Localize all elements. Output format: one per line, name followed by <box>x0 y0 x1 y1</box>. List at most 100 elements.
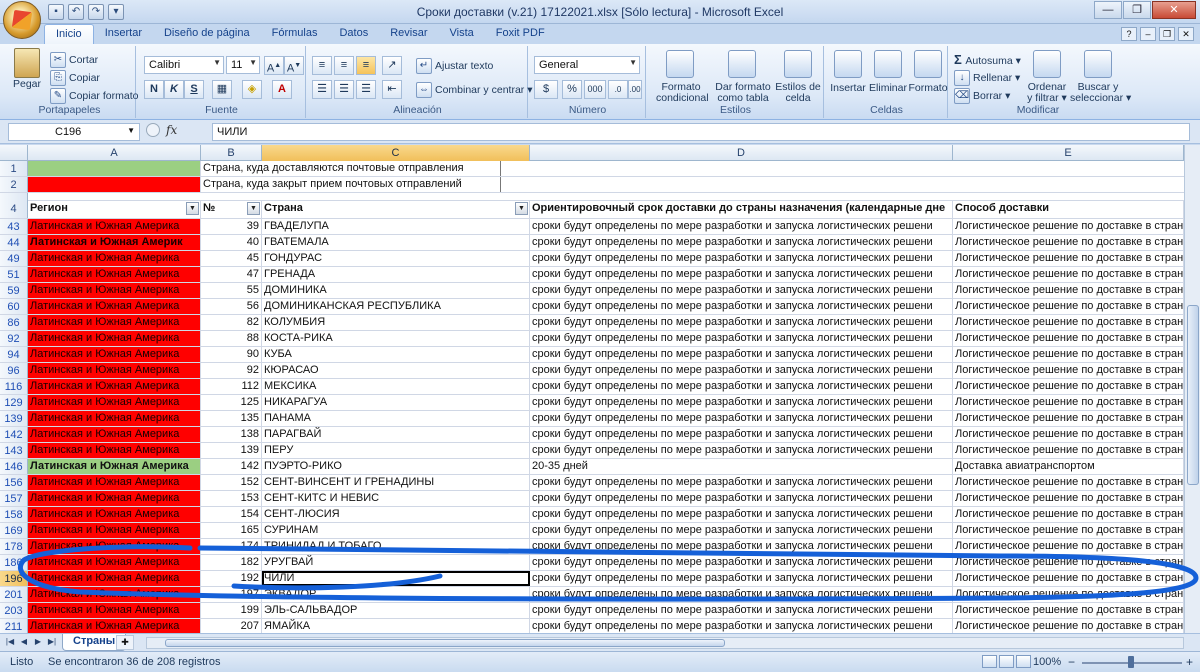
close-button[interactable]: ✕ <box>1152 1 1196 19</box>
legend-color-open[interactable] <box>28 161 201 176</box>
tab-foxit-pdf[interactable]: Foxit PDF <box>485 24 556 44</box>
cell-region[interactable]: Латинская и Южная Америка <box>28 363 201 378</box>
cell-delivery-method[interactable]: Логистическое решение по доставке в стра… <box>953 443 1184 458</box>
row-header[interactable]: 60 <box>0 299 28 314</box>
header-delivery-time[interactable]: Ориентировочный срок доставки до страны … <box>530 201 953 218</box>
workbook-minimize-button[interactable]: – <box>1140 27 1156 41</box>
tab-insertar[interactable]: Insertar <box>94 24 153 44</box>
row-header[interactable]: 116 <box>0 379 28 394</box>
cell-delivery-method[interactable]: Логистическое решение по доставке в стра… <box>953 427 1184 442</box>
tab-formulas[interactable]: Fórmulas <box>261 24 329 44</box>
sort-filter-dropdown-icon[interactable]: ▼ <box>247 202 260 215</box>
cell-number[interactable]: 199 <box>201 603 262 618</box>
cell-number[interactable]: 182 <box>201 555 262 570</box>
row-header[interactable]: 142 <box>0 427 28 442</box>
row-header[interactable]: 157 <box>0 491 28 506</box>
format-painter-button[interactable]: ✎ Copiar formato <box>50 88 138 104</box>
cell-delivery-method[interactable]: Логистическое решение по доставке в стра… <box>953 507 1184 522</box>
tab-inicio[interactable]: Inicio <box>44 24 94 44</box>
row-header[interactable]: 186 <box>0 555 28 570</box>
cell-country[interactable]: КОСТА-РИКА <box>262 331 530 346</box>
cell-delivery-method[interactable]: Логистическое решение по доставке в стра… <box>953 251 1184 266</box>
cell-delivery-time[interactable]: сроки будут определены по мере разработк… <box>530 523 953 538</box>
row-header[interactable]: 211 <box>0 619 28 633</box>
cell-region[interactable]: Латинская и Южная Америк <box>28 235 201 250</box>
bold-button[interactable]: N <box>144 80 164 99</box>
column-header-d[interactable]: D <box>530 145 953 161</box>
align-center-icon[interactable]: ☰ <box>334 80 354 99</box>
cell-number[interactable]: 153 <box>201 491 262 506</box>
row-header[interactable]: 201 <box>0 587 28 602</box>
percent-button[interactable]: % <box>562 80 582 99</box>
cell-number[interactable]: 152 <box>201 475 262 490</box>
row-header[interactable]: 203 <box>0 603 28 618</box>
tab-datos[interactable]: Datos <box>328 24 379 44</box>
cancel-formula-icon[interactable] <box>146 123 160 137</box>
wrap-text-button[interactable]: ↵ Ajustar texto <box>416 58 493 74</box>
cell-number[interactable]: 192 <box>201 571 262 586</box>
autosum-button[interactable]: Σ Autosuma ▾ <box>954 52 1021 67</box>
cell-country[interactable]: ГРЕНАДА <box>262 267 530 282</box>
cell-delivery-method[interactable]: Логистическое решение по доставке в стра… <box>953 411 1184 426</box>
office-button[interactable] <box>3 1 41 39</box>
vertical-scrollbar[interactable] <box>1184 145 1200 633</box>
row-header[interactable]: 96 <box>0 363 28 378</box>
cell-number[interactable]: 92 <box>201 363 262 378</box>
row-header[interactable]: 146 <box>0 459 28 474</box>
merge-center-button[interactable]: ⇔ Combinar y centrar ▾ <box>416 82 532 98</box>
cell-delivery-method[interactable]: Логистическое решение по доставке в стра… <box>953 219 1184 234</box>
cell-region[interactable]: Латинская и Южная Америка <box>28 539 201 554</box>
cell-region[interactable]: Латинская и Южная Америка <box>28 331 201 346</box>
prev-sheet-icon[interactable]: ◀ <box>18 636 30 649</box>
currency-button[interactable]: $ <box>534 80 558 99</box>
cell-country[interactable]: ПАРАГВАЙ <box>262 427 530 442</box>
row-header[interactable]: 143 <box>0 443 28 458</box>
row-header[interactable]: 156 <box>0 475 28 490</box>
cell-delivery-method[interactable]: Доставка авиатранспортом <box>953 459 1184 474</box>
cell-region[interactable]: Латинская и Южная Америка <box>28 251 201 266</box>
tab-vista[interactable]: Vista <box>439 24 485 44</box>
cell-delivery-method[interactable]: Логистическое решение по доставке в стра… <box>953 347 1184 362</box>
cell-delivery-method[interactable]: Логистическое решение по доставке в стра… <box>953 491 1184 506</box>
cell-number[interactable]: 197 <box>201 587 262 602</box>
cell-delivery-method[interactable]: Логистическое решение по доставке в стра… <box>953 299 1184 314</box>
row-header[interactable]: 2 <box>0 177 28 192</box>
restore-button[interactable]: ❐ <box>1123 1 1151 19</box>
cell-styles-button[interactable]: Estilos de celda <box>772 46 824 104</box>
copy-button[interactable]: ⎘ Copiar <box>50 70 100 86</box>
row-header[interactable]: 43 <box>0 219 28 234</box>
cell-country[interactable]: СЕНТ-ВИНСЕНТ И ГРЕНАДИНЫ <box>262 475 530 490</box>
cell-country[interactable]: ЯМАЙКА <box>262 619 530 633</box>
header-delivery-method[interactable]: Способ доставки <box>953 201 1184 218</box>
cell-region[interactable]: Латинская и Южная Америка <box>28 411 201 426</box>
align-bottom-icon[interactable]: ≡ <box>356 56 376 75</box>
cell-country[interactable]: МЕКСИКА <box>262 379 530 394</box>
italic-button[interactable]: K <box>164 80 184 99</box>
page-layout-view-icon[interactable] <box>999 655 1014 668</box>
cell-delivery-time[interactable]: сроки будут определены по мере разработк… <box>530 411 953 426</box>
help-icon[interactable]: ? <box>1121 27 1137 41</box>
align-middle-icon[interactable]: ≡ <box>334 56 354 75</box>
cell-country[interactable]: ПУЭРТО-РИКО <box>262 459 530 474</box>
cell-delivery-time[interactable]: сроки будут определены по мере разработк… <box>530 251 953 266</box>
row-header[interactable]: 139 <box>0 411 28 426</box>
cell-delivery-method[interactable]: Логистическое решение по доставке в стра… <box>953 379 1184 394</box>
decrease-decimal-icon[interactable]: .00 <box>628 80 642 99</box>
cell-country[interactable]: ТРИНИДАД И ТОБАГО <box>262 539 530 554</box>
header-number[interactable]: № ▼ <box>201 201 262 218</box>
cell-delivery-method[interactable]: Логистическое решение по доставке в стра… <box>953 267 1184 282</box>
cell-delivery-method[interactable]: Логистическое решение по доставке в стра… <box>953 395 1184 410</box>
cell-delivery-time[interactable]: сроки будут определены по мере разработк… <box>530 555 953 570</box>
row-header[interactable]: 44 <box>0 235 28 250</box>
cell-delivery-method[interactable]: Логистическое решение по доставке в стра… <box>953 523 1184 538</box>
cell-number[interactable]: 47 <box>201 267 262 282</box>
font-color-icon[interactable]: A <box>272 80 292 99</box>
align-left-icon[interactable]: ☰ <box>312 80 332 99</box>
cell-region[interactable]: Латинская и Южная Америка <box>28 299 201 314</box>
cell-country[interactable]: СЕНТ-ЛЮСИЯ <box>262 507 530 522</box>
filter-dropdown-icon[interactable]: ▼ <box>515 202 528 215</box>
cell-delivery-time[interactable]: сроки будут определены по мере разработк… <box>530 587 953 602</box>
underline-button[interactable]: S <box>184 80 204 99</box>
cell-region[interactable]: Латинская и Южная Америка <box>28 395 201 410</box>
cell-delivery-time[interactable]: сроки будут определены по мере разработк… <box>530 235 953 250</box>
